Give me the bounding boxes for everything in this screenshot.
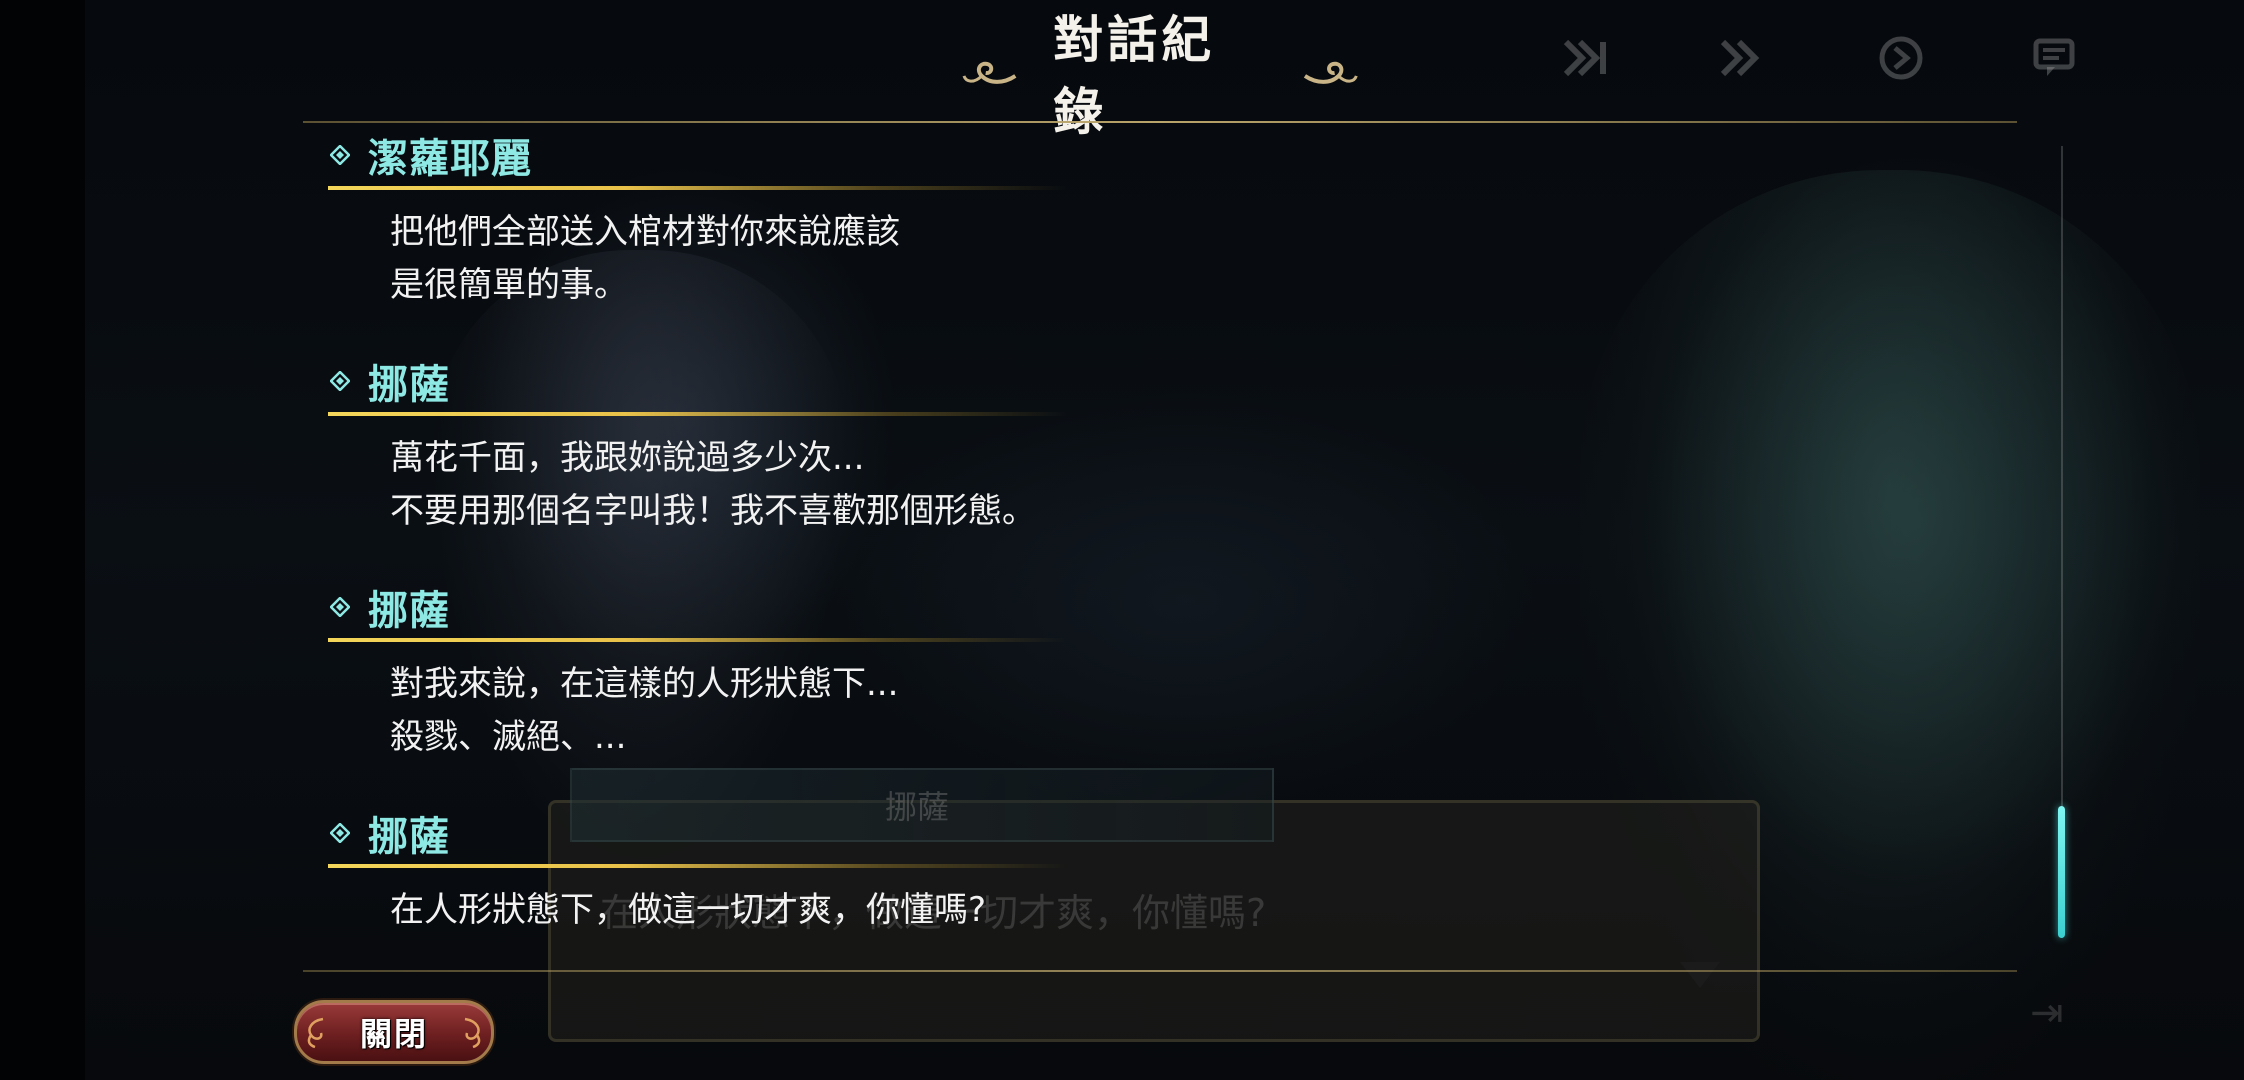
button-ornament-right-icon: [464, 1017, 481, 1049]
dialogue-line: 把他們全部送入棺材對你來說應該: [390, 212, 900, 252]
diamond-bullet-icon: [330, 371, 350, 391]
speaker-row: 挪薩: [330, 580, 450, 634]
diamond-bullet-icon: [330, 597, 350, 617]
speaker-row: 挪薩: [330, 806, 450, 860]
skip-icon[interactable]: [1560, 32, 1612, 84]
dialogue-line: 是很簡單的事。: [390, 265, 628, 305]
speaker-row: 挪薩: [330, 354, 450, 408]
speaker-underline: [328, 186, 1068, 190]
close-button[interactable]: 關閉: [294, 1000, 494, 1064]
dialogue-text: 萬花千面，我跟妳說過多少次... 不要用那個名字叫我！我不喜歡那個形態。: [390, 432, 1036, 538]
speaker-row: 潔蘿耶麗: [330, 128, 532, 182]
title-bar: 對話紀錄: [960, 11, 1360, 141]
log-icon[interactable]: [2028, 32, 2080, 84]
button-ornament-left-icon: [307, 1017, 324, 1049]
title-ornament-right-icon: [1303, 61, 1358, 84]
scrollbar-thumb[interactable]: [2058, 806, 2065, 938]
background-next-arrow-icon: [1680, 962, 1720, 988]
speaker-underline: [328, 864, 1068, 868]
dialogue-text: 在人形狀態下，做這一切才爽，你懂嗎?: [390, 884, 986, 937]
top-divider: [303, 121, 2017, 123]
background-skip-icon: ⇥: [2030, 990, 2064, 1036]
dialogue-log-list[interactable]: 潔蘿耶麗 把他們全部送入棺材對你來說應該 是很簡單的事。 挪薩 萬花千面，我跟妳…: [300, 125, 2000, 965]
diamond-bullet-icon: [330, 145, 350, 165]
speaker-name: 挪薩: [368, 814, 450, 860]
fast-forward-icon[interactable]: [1715, 32, 1767, 84]
auto-play-icon[interactable]: [1875, 32, 1927, 84]
speaker-underline: [328, 412, 1068, 416]
dialogue-line: 不要用那個名字叫我！我不喜歡那個形態。: [390, 491, 1036, 531]
dialogue-log-screen: 挪薩 在人形狀態下，做這一切才爽，你懂嗎? ⇥ 對話紀錄 潔蘿耶麗 把他們全部送…: [0, 0, 2244, 1080]
speaker-name: 潔蘿耶麗: [368, 136, 532, 182]
top-controls: [1560, 32, 2080, 84]
title-ornament-left-icon: [962, 61, 1017, 84]
speaker-name: 挪薩: [368, 362, 450, 408]
speaker-underline: [328, 638, 1068, 642]
dialogue-text: 對我來說，在這樣的人形狀態下... 殺戮、滅絕、...: [390, 658, 898, 764]
dialogue-line: 在人形狀態下，做這一切才爽，你懂嗎?: [390, 890, 987, 930]
speaker-name: 挪薩: [368, 588, 450, 634]
dialogue-text: 把他們全部送入棺材對你來說應該 是很簡單的事。: [390, 206, 900, 312]
dialogue-line: 萬花千面，我跟妳說過多少次...: [390, 438, 865, 478]
diamond-bullet-icon: [330, 823, 350, 843]
bottom-divider: [303, 970, 2017, 972]
dialogue-line: 對我來說，在這樣的人形狀態下...: [390, 664, 899, 704]
close-button-label: 關閉: [359, 1015, 428, 1053]
dialogue-line: 殺戮、滅絕、...: [390, 717, 627, 757]
